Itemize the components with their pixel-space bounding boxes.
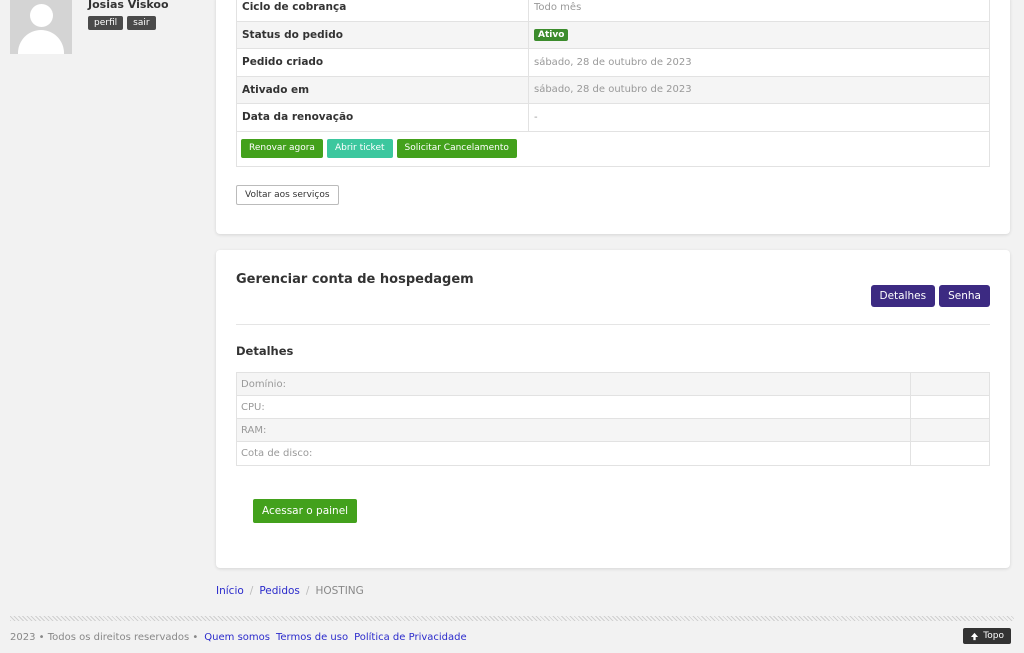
table-row: RAM: [237, 419, 989, 442]
breadcrumb-separator: / [249, 585, 254, 597]
hatched-divider [10, 616, 1014, 621]
table-row: Ciclo de cobrança Todo mês [237, 0, 989, 22]
back-to-top-label: Topo [983, 631, 1004, 641]
footer: 2023 • Todos os direitos reservados • Qu… [10, 632, 467, 643]
open-ticket-button[interactable]: Abrir ticket [326, 139, 393, 158]
row-label: Data da renovação [237, 104, 529, 131]
password-button[interactable]: Senha [939, 285, 990, 307]
table-row: Cota de disco: [237, 442, 989, 465]
user-actions: perfil sair [88, 16, 156, 30]
row-value [911, 442, 989, 465]
details-table: Domínio: CPU: RAM: Cota de disco: [236, 372, 990, 466]
table-row: Data da renovação - [237, 104, 989, 132]
breadcrumb-orders[interactable]: Pedidos [259, 585, 300, 597]
table-row: CPU: [237, 396, 989, 419]
access-panel-button[interactable]: Acessar o painel [253, 499, 358, 523]
logout-button[interactable]: sair [127, 16, 156, 30]
renew-button[interactable]: Renovar agora [241, 139, 323, 158]
row-value: Ativo [529, 22, 989, 49]
order-card: Ciclo de cobrança Todo mês Status do ped… [216, 0, 1010, 234]
table-row: Status do pedido Ativo [237, 21, 989, 49]
status-badge: Ativo [534, 28, 569, 41]
details-title: Detalhes [236, 344, 294, 358]
order-actions: Renovar agora Abrir ticket Solicitar Can… [237, 132, 989, 166]
row-label: Cota de disco: [237, 442, 911, 465]
copyright-text: 2023 • Todos os direitos reservados • [10, 632, 199, 643]
footer-link-privacy[interactable]: Política de Privacidade [354, 632, 467, 643]
footer-link-terms[interactable]: Termos de uso [276, 632, 348, 643]
user-name: Josias Viskoo [88, 0, 169, 11]
row-label: Ciclo de cobrança [237, 0, 529, 21]
row-value [911, 373, 989, 395]
table-row: Domínio: [237, 373, 989, 396]
manage-title: Gerenciar conta de hospedagem [236, 272, 474, 287]
row-label: Pedido criado [237, 49, 529, 76]
row-value: Todo mês [534, 1, 582, 13]
breadcrumb-current: HOSTING [315, 585, 364, 597]
order-info-table: Ciclo de cobrança Todo mês Status do ped… [236, 0, 990, 167]
row-value: sábado, 28 de outubro de 2023 [534, 56, 692, 68]
row-label: Domínio: [237, 373, 911, 395]
row-value: - [534, 111, 538, 123]
details-button[interactable]: Detalhes [870, 285, 936, 307]
back-to-services-button[interactable]: Voltar aos serviços [236, 185, 339, 205]
manage-tabs: Detalhes Senha [870, 285, 990, 307]
arrow-up-icon [971, 632, 979, 640]
row-label: CPU: [237, 396, 911, 418]
row-value: sábado, 28 de outubro de 2023 [534, 84, 692, 96]
breadcrumb-separator: / [305, 585, 310, 597]
footer-link-about[interactable]: Quem somos [204, 632, 270, 643]
breadcrumb: Início / Pedidos / HOSTING [216, 585, 364, 597]
row-label: RAM: [237, 419, 911, 441]
breadcrumb-home[interactable]: Início [216, 585, 244, 597]
row-label: Status do pedido [237, 21, 529, 48]
row-value [911, 396, 989, 418]
row-value [911, 419, 989, 441]
divider [236, 324, 990, 325]
manage-hosting-card: Gerenciar conta de hospedagem Detalhes S… [216, 250, 1010, 568]
row-label: Ativado em [237, 76, 529, 103]
table-row: Pedido criado sábado, 28 de outubro de 2… [237, 49, 989, 77]
back-to-top-button[interactable]: Topo [963, 628, 1011, 644]
table-row: Ativado em sábado, 28 de outubro de 2023 [237, 76, 989, 104]
avatar [10, 0, 72, 54]
request-cancel-button[interactable]: Solicitar Cancelamento [396, 139, 517, 158]
profile-button[interactable]: perfil [88, 16, 124, 30]
